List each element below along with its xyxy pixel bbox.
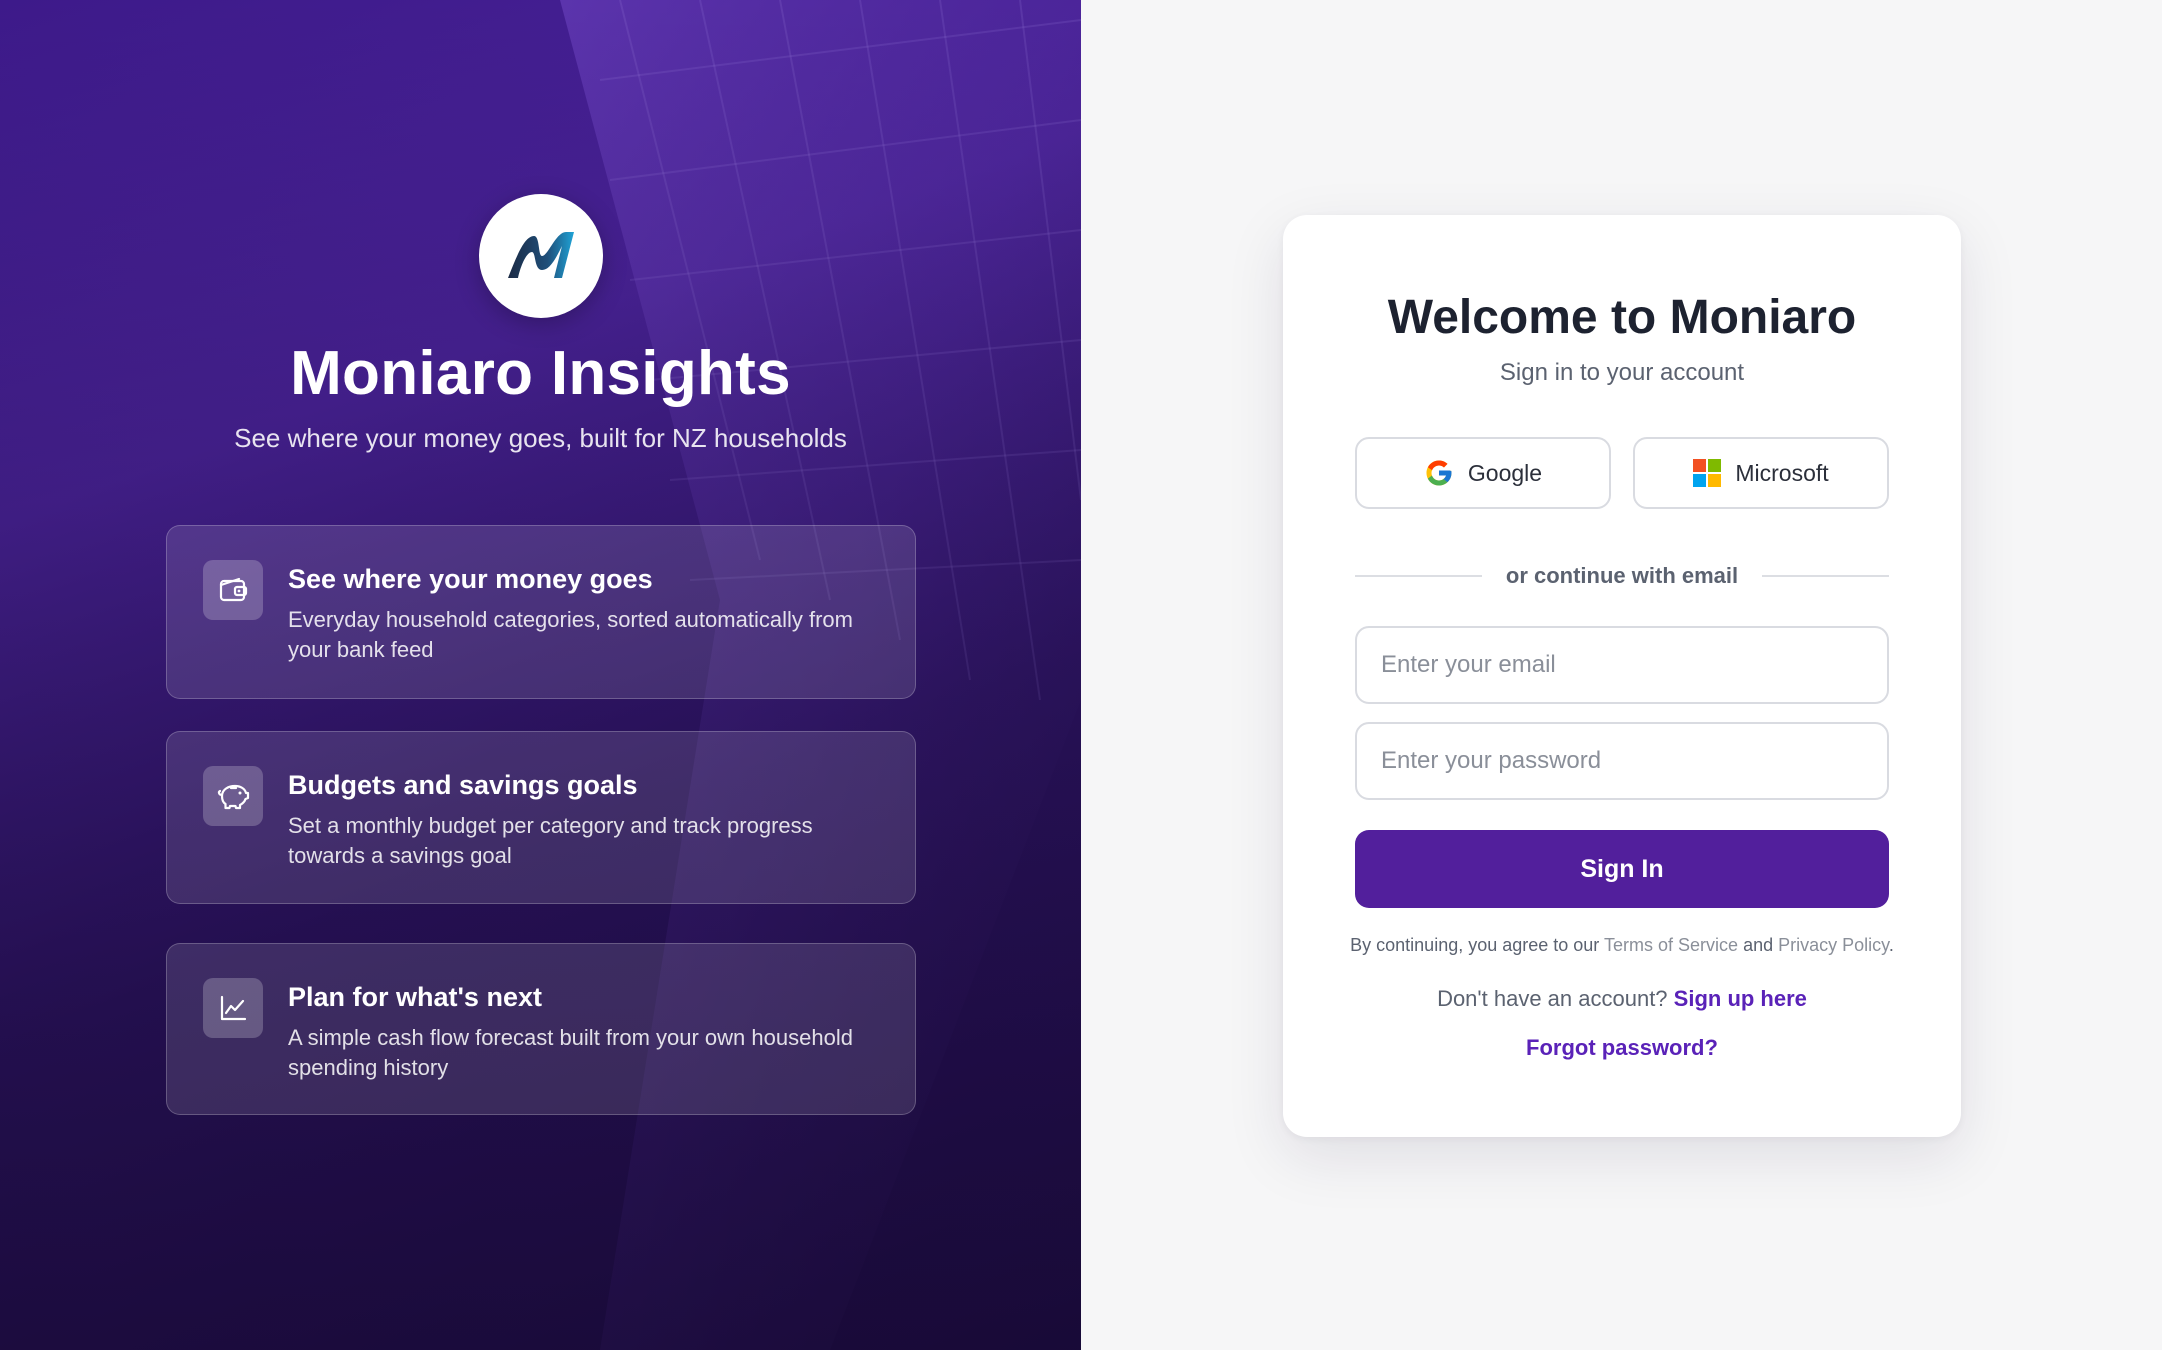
terms-of-service-link[interactable]: Terms of Service bbox=[1604, 935, 1738, 955]
login-card: Welcome to Moniaro Sign in to your accou… bbox=[1283, 215, 1961, 1137]
feature-title: Budgets and savings goals bbox=[288, 770, 638, 800]
feature-icon-box bbox=[203, 978, 263, 1038]
brand-title: Moniaro Insights bbox=[290, 339, 791, 408]
legal-notice: By continuing, you agree to our Terms of… bbox=[1350, 935, 1894, 955]
sign-up-link[interactable]: Sign up here bbox=[1674, 986, 1807, 1011]
divider-text: or continue with email bbox=[1505, 563, 1739, 588]
line-chart-icon bbox=[220, 995, 247, 1021]
signup-prompt: Don't have an account? Sign up here bbox=[1437, 986, 1807, 1011]
moniaro-logo bbox=[478, 194, 603, 318]
forgot-password-link[interactable]: Forgot password? bbox=[1526, 1035, 1718, 1060]
email-input[interactable] bbox=[1355, 626, 1889, 704]
google-icon bbox=[1426, 460, 1452, 486]
feature-card-spending: See where your money goes Everyday house… bbox=[166, 525, 916, 699]
feature-card-forecast: Plan for what's next A simple cash flow … bbox=[166, 943, 916, 1115]
brand-panel: Moniaro Insights See where your money go… bbox=[0, 0, 1081, 1350]
feature-card-budgets: Budgets and savings goals Set a monthly … bbox=[166, 731, 916, 904]
brand-subtitle: See where your money goes, built for NZ … bbox=[234, 423, 847, 453]
google-button-label: Google bbox=[1467, 459, 1543, 486]
piggy-bank-icon bbox=[217, 784, 250, 810]
feature-icon-box bbox=[203, 766, 263, 826]
feature-icon-box bbox=[203, 560, 263, 620]
login-panel: Welcome to Moniaro Sign in to your accou… bbox=[1081, 0, 2162, 1350]
login-subtitle: Sign in to your account bbox=[1499, 359, 1745, 386]
sign-in-button[interactable]: Sign In bbox=[1355, 830, 1889, 908]
feature-title: See where your money goes bbox=[288, 564, 653, 594]
feature-description: A simple cash flow forecast built from y… bbox=[288, 1025, 853, 1080]
email-divider: or continue with email bbox=[1355, 561, 1889, 591]
wallet-icon bbox=[219, 577, 248, 602]
google-signin-button[interactable]: Google bbox=[1355, 437, 1611, 509]
microsoft-icon bbox=[1693, 459, 1722, 487]
microsoft-signin-button[interactable]: Microsoft bbox=[1633, 437, 1889, 509]
feature-title: Plan for what's next bbox=[288, 982, 542, 1012]
password-input[interactable] bbox=[1355, 722, 1889, 800]
feature-description: Everyday household categories, sorted au… bbox=[288, 607, 853, 662]
moniaro-m-logo-icon bbox=[507, 232, 574, 278]
microsoft-button-label: Microsoft bbox=[1735, 459, 1829, 486]
brand-header: Moniaro Insights See where your money go… bbox=[0, 194, 1081, 454]
privacy-policy-link[interactable]: Privacy Policy bbox=[1778, 935, 1889, 955]
feature-description: Set a monthly budget per category and tr… bbox=[288, 813, 813, 868]
login-title: Welcome to Moniaro bbox=[1387, 291, 1857, 344]
forgot-password-row: Forgot password? bbox=[1283, 1035, 1961, 1061]
